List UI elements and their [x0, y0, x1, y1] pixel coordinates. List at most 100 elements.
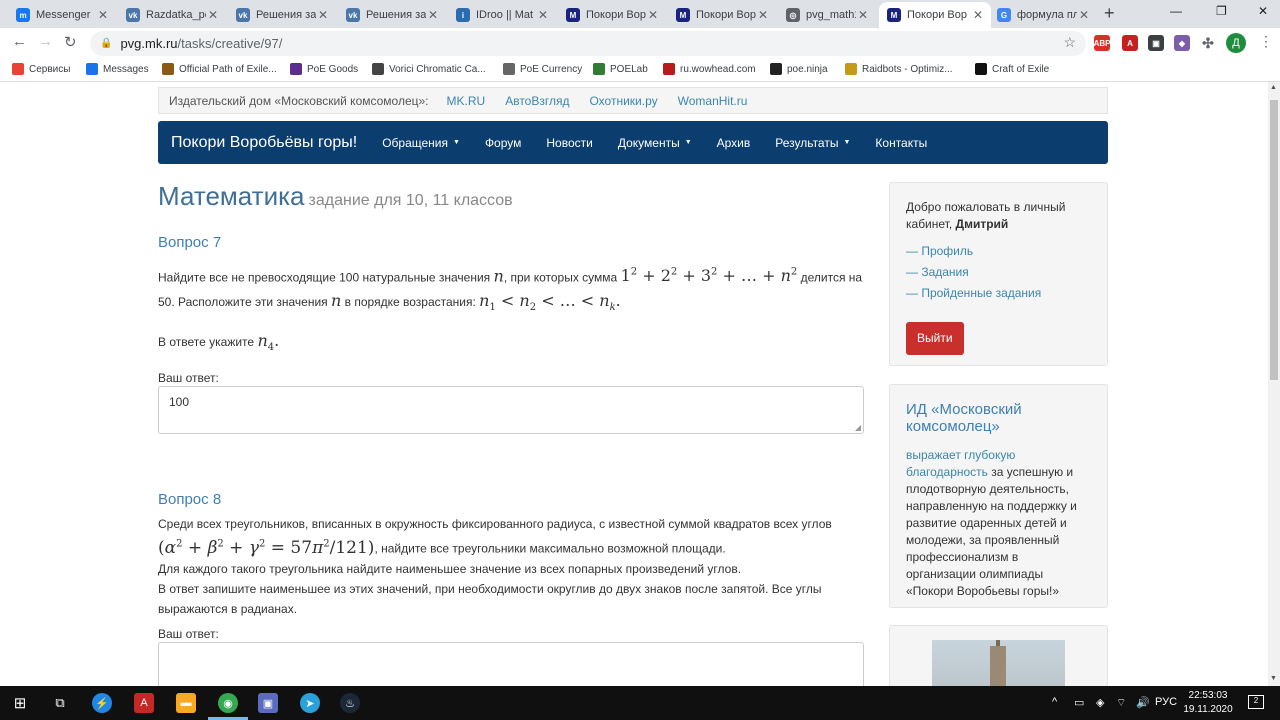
- bookmark-favicon-icon: [770, 63, 782, 75]
- minimize-icon[interactable]: —: [1170, 4, 1182, 18]
- bookmark-label: Messages: [103, 63, 149, 75]
- completed-tasks-link[interactable]: — Пройденные задания: [906, 283, 1091, 304]
- tasks-link[interactable]: — Задания: [906, 262, 1091, 283]
- nav-item-label: Форум: [484, 135, 522, 150]
- forward-icon[interactable]: →: [38, 33, 53, 50]
- browser-tab[interactable]: m Messenger ✕: [8, 2, 116, 28]
- question-8-answer-input[interactable]: [158, 642, 864, 686]
- tray-app-icon[interactable]: ▭: [1074, 696, 1084, 709]
- caret-down-icon: ▼: [843, 139, 851, 146]
- bookmark-item[interactable]: Official Path of Exile...: [162, 63, 277, 75]
- extension-icon[interactable]: ◆: [1174, 35, 1190, 51]
- maximize-icon[interactable]: ❐: [1216, 4, 1227, 18]
- question-7-answer-input[interactable]: 100 ◢: [158, 386, 864, 434]
- close-tab-icon[interactable]: ✕: [206, 8, 220, 22]
- browser-tab[interactable]: M Покори Вор ✕: [879, 2, 991, 28]
- nav-item[interactable]: Документы ▼: [618, 136, 692, 150]
- chrome-icon[interactable]: ◉: [218, 693, 238, 713]
- nav-item[interactable]: Обращения ▼: [382, 136, 460, 150]
- system-clock[interactable]: 22:53:03 19.11.2020: [1182, 689, 1234, 717]
- steam-icon[interactable]: ♨: [340, 693, 360, 713]
- notification-center-icon[interactable]: 2: [1248, 695, 1264, 709]
- bookmark-label: Official Path of Exile...: [179, 63, 277, 75]
- puzzle-extensions-icon[interactable]: ✣: [1200, 35, 1216, 51]
- resize-grip-icon[interactable]: ◢: [855, 423, 861, 432]
- page-subtitle: задание для 10, 11 классов: [308, 192, 513, 209]
- bookmark-label: PoE Goods: [307, 63, 359, 75]
- nav-item[interactable]: Форум: [485, 136, 521, 150]
- profile-link[interactable]: — Профиль: [906, 241, 1091, 262]
- publisher-link-ohotniki[interactable]: Охотники.ру: [589, 94, 657, 108]
- nav-item[interactable]: Новости: [546, 136, 592, 150]
- tab-title: формула пл: [1017, 9, 1077, 21]
- lock-icon: 🔒: [100, 38, 113, 49]
- bookmark-item[interactable]: Raidbots - Optimiz...: [845, 63, 953, 75]
- bookmark-star-icon[interactable]: ☆: [1063, 34, 1076, 51]
- publisher-link-autovzglyad[interactable]: АвтоВзгляд: [505, 94, 569, 108]
- browser-tab[interactable]: Gформула пл ✕: [989, 2, 1097, 28]
- bookmark-item[interactable]: ru.wowhead.com: [663, 63, 756, 75]
- close-tab-icon[interactable]: ✕: [971, 8, 985, 22]
- bookmark-item[interactable]: poe.ninja: [770, 63, 828, 75]
- nav-item[interactable]: Результаты ▼: [775, 136, 850, 150]
- volume-icon[interactable]: 🔊: [1136, 696, 1150, 709]
- bookmark-favicon-icon: [845, 63, 857, 75]
- browser-tab[interactable]: vk Razdatka_pe ✕: [118, 2, 226, 28]
- scroll-down-icon[interactable]: ▼: [1270, 675, 1277, 682]
- language-indicator[interactable]: РУС: [1155, 696, 1177, 708]
- omnibox[interactable]: 🔒 pvg.mk.ru /tasks/creative/97/ ☆: [90, 31, 1086, 56]
- page-scrollbar[interactable]: ▲ ▼: [1268, 82, 1280, 686]
- question-7-title: Вопрос 7: [158, 234, 222, 251]
- browser-tab[interactable]: ◎ pvg_math10✕: [778, 2, 876, 28]
- task-view-icon[interactable]: ⧉: [50, 693, 70, 713]
- bookmark-item[interactable]: Messages: [86, 63, 149, 75]
- extension-icon[interactable]: ▣: [1148, 35, 1164, 51]
- scroll-up-icon[interactable]: ▲: [1270, 84, 1277, 91]
- bookmark-item[interactable]: Сервисы: [12, 63, 70, 75]
- adblock-extension-icon[interactable]: ABP: [1094, 35, 1110, 51]
- telegram-icon[interactable]: ➤: [300, 693, 320, 713]
- logout-button[interactable]: Выйти: [906, 322, 964, 355]
- scrollbar-thumb[interactable]: [1270, 100, 1278, 380]
- browser-tab[interactable]: vk Решения за ✕: [228, 2, 336, 28]
- close-tab-icon[interactable]: ✕: [1077, 8, 1091, 22]
- browser-tab[interactable]: M Покори Вор ✕: [668, 2, 776, 28]
- publisher-link-womanhit[interactable]: WomanHit.ru: [678, 94, 748, 108]
- file-explorer-icon[interactable]: ▬: [176, 693, 196, 713]
- close-tab-icon[interactable]: ✕: [646, 8, 660, 22]
- bookmark-item[interactable]: Vorici Chromatic Ca...: [372, 63, 486, 75]
- close-tab-icon[interactable]: ✕: [856, 8, 870, 22]
- nav-item[interactable]: Контакты: [875, 136, 927, 150]
- app-icon[interactable]: ▣: [258, 693, 278, 713]
- publisher-link-mk[interactable]: MK.RU: [447, 94, 486, 108]
- browser-tab[interactable]: i IDroo || Mat ✕: [448, 2, 556, 28]
- bookmark-item[interactable]: PoE Currency: [503, 63, 582, 75]
- tray-app-icon[interactable]: ◈: [1096, 696, 1104, 709]
- bookmark-item[interactable]: Craft of Exile: [975, 63, 1049, 75]
- tab-title: IDroo || Mat: [476, 9, 534, 21]
- close-tab-icon[interactable]: ✕: [756, 8, 770, 22]
- browser-tab[interactable]: M Покори Вор ✕: [558, 2, 666, 28]
- tray-chevron-icon[interactable]: ^: [1052, 696, 1057, 708]
- app-icon[interactable]: ⚡: [92, 693, 112, 713]
- close-tab-icon[interactable]: ✕: [316, 8, 330, 22]
- menu-kebab-icon[interactable]: ⋮: [1259, 33, 1273, 50]
- close-tab-icon[interactable]: ✕: [536, 8, 550, 22]
- reload-icon[interactable]: ↻: [64, 33, 77, 51]
- acrobat-icon[interactable]: A: [134, 693, 154, 713]
- bookmark-favicon-icon: [372, 63, 384, 75]
- wifi-icon[interactable]: ⌔: [1116, 696, 1126, 710]
- profile-avatar[interactable]: Д: [1226, 33, 1246, 53]
- bookmark-item[interactable]: POELab: [593, 63, 648, 75]
- nav-item[interactable]: Архив: [717, 136, 751, 150]
- close-window-icon[interactable]: ✕: [1258, 4, 1268, 18]
- back-icon[interactable]: ←: [12, 33, 27, 50]
- browser-tab[interactable]: vk Решения за ✕: [338, 2, 446, 28]
- navbar-brand[interactable]: Покори Воробьёвы горы!: [171, 134, 357, 152]
- close-tab-icon[interactable]: ✕: [96, 8, 110, 22]
- pdf-extension-icon[interactable]: A: [1122, 35, 1138, 51]
- new-tab-icon[interactable]: +: [1104, 3, 1115, 24]
- close-tab-icon[interactable]: ✕: [426, 8, 440, 22]
- bookmark-item[interactable]: PoE Goods: [290, 63, 358, 75]
- windows-start-icon[interactable]: ⊞: [10, 693, 30, 713]
